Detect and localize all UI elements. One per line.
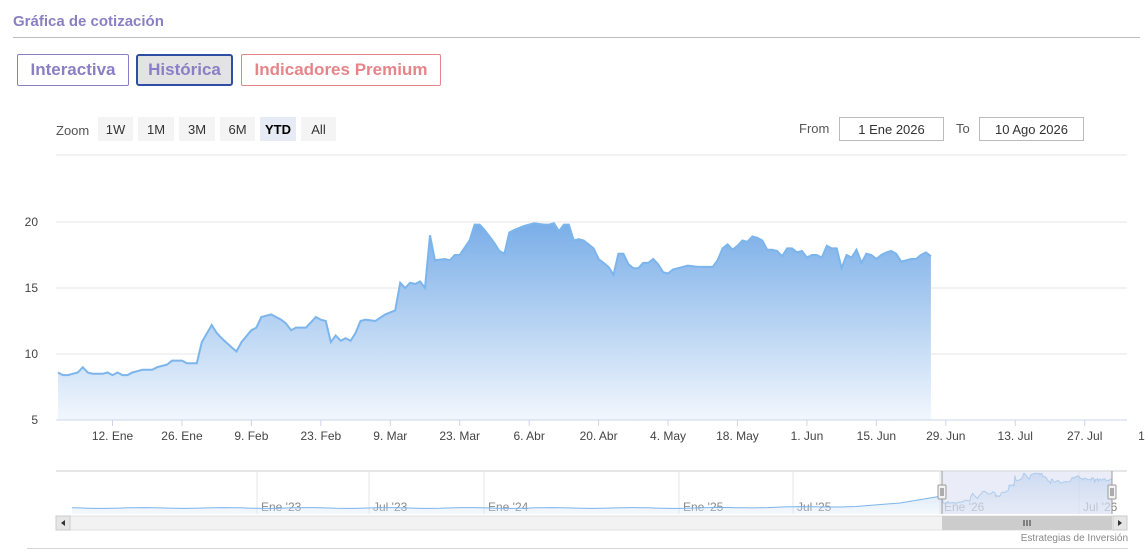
x-tick-label: 9. Mar bbox=[373, 429, 407, 443]
series-area bbox=[57, 222, 932, 420]
x-tick-label: 6. Abr bbox=[513, 429, 544, 443]
x-tick-label: 12. Ene bbox=[92, 429, 134, 443]
credit-text: Estrategias de Inversión bbox=[1020, 533, 1128, 544]
x-tick-label: 20. Abr bbox=[580, 429, 618, 443]
y-axis: 5 10 15 20 bbox=[25, 215, 39, 427]
x-tick-label: 23. Feb bbox=[300, 429, 341, 443]
x-tick-label: 1. Jun bbox=[791, 429, 824, 443]
x-axis: 12. Ene 26. Ene 9. Feb 23. Feb 9. Mar 23. Mar… bbox=[56, 419, 1145, 443]
x-tick-label: 15. Jun bbox=[857, 429, 896, 443]
x-tick-label: 26. Ene bbox=[161, 429, 203, 443]
y-tick-label: 15 bbox=[25, 281, 39, 295]
y-tick-label: 20 bbox=[25, 215, 39, 229]
x-tick-label: 18. May bbox=[716, 429, 759, 443]
series-area-fill bbox=[57, 223, 931, 420]
x-tick-label: 27. Jul bbox=[1067, 429, 1102, 443]
x-tick-label: 13. Jul bbox=[998, 429, 1033, 443]
x-tick-label: 23. Mar bbox=[439, 429, 480, 443]
navigator-selection bbox=[942, 471, 1112, 514]
x-tick-label: 10. … bbox=[1138, 429, 1145, 443]
x-tick-label: 9. Feb bbox=[234, 429, 268, 443]
navigator[interactable]: Ene '23Jul '23Ene '24Ene '25Jul '25Ene '… bbox=[55, 470, 1128, 531]
navigator-right-handle[interactable] bbox=[1107, 484, 1117, 500]
navigator-left-handle[interactable] bbox=[937, 484, 947, 500]
bottom-divider bbox=[27, 548, 1128, 549]
x-tick-label: 4. May bbox=[650, 429, 686, 443]
y-tick-label: 10 bbox=[25, 347, 39, 361]
x-tick-label: 29. Jun bbox=[926, 429, 965, 443]
y-tick-label: 5 bbox=[31, 413, 38, 427]
price-chart[interactable]: 5 10 15 20 12. Ene 26. Ene 9. Feb 23. Feb 9. Ma… bbox=[0, 0, 1145, 560]
